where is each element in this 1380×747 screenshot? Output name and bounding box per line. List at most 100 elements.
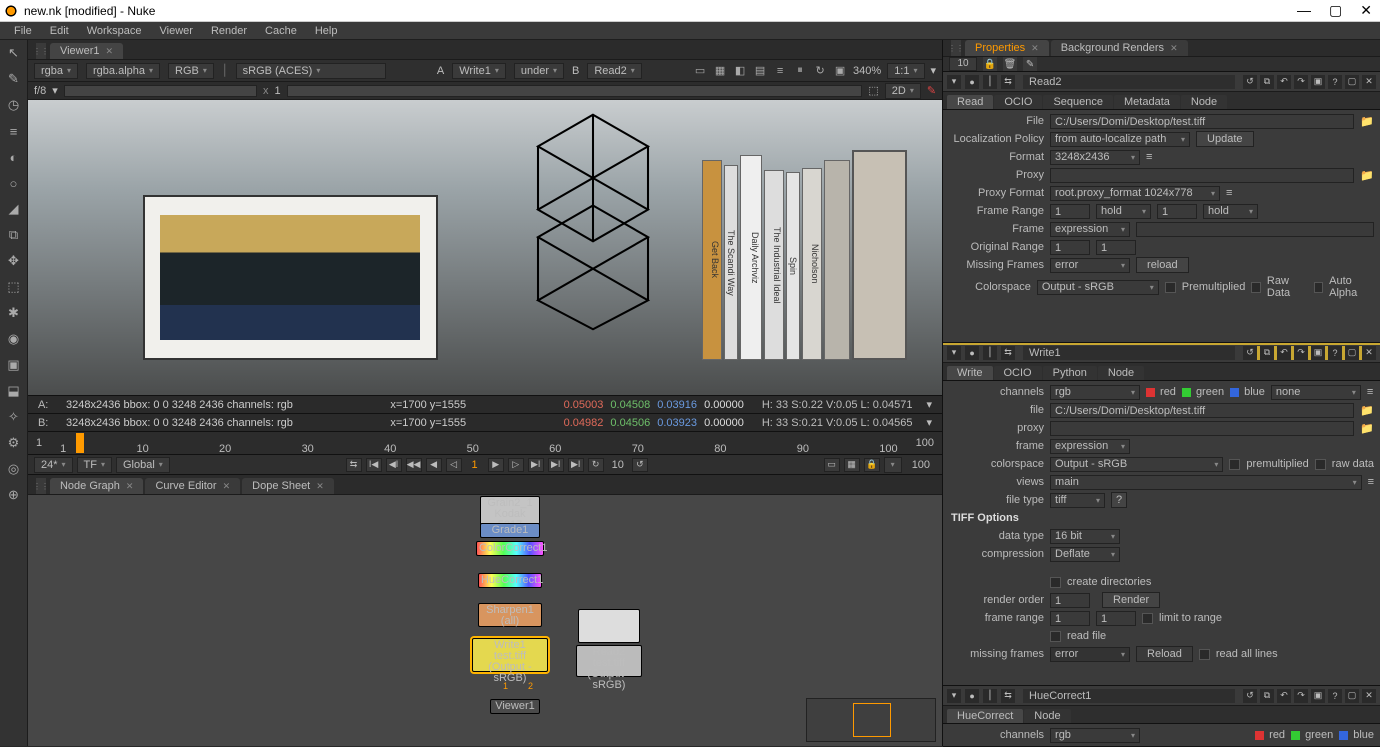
panel-write1-header[interactable]: ▾ ● ⎮ ⇆ Write1 ↺⧉↶↷▣?▢✕: [943, 343, 1380, 363]
scale-selector[interactable]: 1:1▾: [887, 63, 924, 79]
tool-draw-icon[interactable]: ✎: [4, 70, 22, 88]
pencil-icon[interactable]: ✎: [927, 84, 936, 97]
lock-icon[interactable]: 🔒: [864, 458, 880, 472]
node-colorcorrect[interactable]: ColorCorrect1: [476, 541, 544, 556]
pipe-icon[interactable]: ⎮: [983, 689, 997, 703]
subtab-sequence[interactable]: Sequence: [1043, 95, 1113, 109]
orig-first[interactable]: 1: [1050, 240, 1090, 255]
expand-icon[interactable]: ▾: [931, 64, 937, 77]
redo-icon[interactable]: ↷: [1294, 75, 1308, 89]
node-write1[interactable]: Write1 test.tiff (Output - sRGB): [472, 638, 548, 672]
step-fwd-icon[interactable]: ▶I: [528, 458, 544, 472]
subtab-ocio[interactable]: OCIO: [994, 366, 1042, 380]
revert-icon[interactable]: ↺: [1243, 75, 1257, 89]
step-back-icon[interactable]: ◀◀: [406, 458, 422, 472]
tool-particles-icon[interactable]: ✱: [4, 304, 22, 322]
play-back-icon[interactable]: ◀: [426, 458, 442, 472]
missing-select[interactable]: error▾: [1050, 258, 1130, 273]
pause-icon[interactable]: ⏸: [793, 64, 807, 78]
subtab-huecorrect[interactable]: HueCorrect: [947, 709, 1023, 723]
loop-icon[interactable]: ▭: [824, 458, 840, 472]
subtab-python[interactable]: Python: [1043, 366, 1097, 380]
lock-icon[interactable]: 🔒: [983, 57, 997, 71]
after-select[interactable]: hold▾: [1203, 204, 1258, 219]
redo-icon[interactable]: ↷: [1294, 346, 1308, 360]
folder-icon[interactable]: 📁: [1360, 169, 1374, 182]
timeline-start[interactable]: 1: [28, 437, 50, 449]
expand-icon[interactable]: ▾: [947, 689, 961, 703]
menu-cache[interactable]: Cache: [257, 24, 305, 38]
swap-icon[interactable]: ⇆: [1001, 346, 1015, 360]
subtab-node[interactable]: Node: [1098, 366, 1144, 380]
float-icon[interactable]: ▢: [1345, 75, 1359, 89]
tool-keyer-icon[interactable]: ◢: [4, 200, 22, 218]
undo-icon[interactable]: ↶: [1277, 75, 1291, 89]
tab-viewer1[interactable]: Viewer1✕: [50, 43, 123, 59]
rawdata-check[interactable]: raw data: [1315, 458, 1374, 470]
channels-select[interactable]: rgb▾: [1050, 385, 1140, 400]
roi-icon[interactable]: ▣: [833, 64, 847, 78]
info-icon[interactable]: ≡: [1367, 386, 1373, 398]
tab-node-graph[interactable]: Node Graph✕: [50, 478, 143, 494]
menu-help[interactable]: Help: [307, 24, 346, 38]
x-value[interactable]: 1: [274, 85, 280, 97]
red-check[interactable]: red: [1255, 729, 1285, 741]
info-icon[interactable]: ≡: [1226, 187, 1232, 199]
expand-icon[interactable]: ▾: [947, 346, 961, 360]
format-select[interactable]: 3248x2436▾: [1050, 150, 1140, 165]
reload-button[interactable]: Reload: [1136, 646, 1193, 662]
swap-icon[interactable]: ⇆: [1001, 75, 1015, 89]
revert-icon[interactable]: ↺: [1243, 346, 1257, 360]
close-icon[interactable]: ✕: [316, 481, 324, 492]
tool-transform-icon[interactable]: ✥: [4, 252, 22, 270]
sync-icon[interactable]: ⇆: [346, 458, 362, 472]
frame-fwd-icon[interactable]: ▷: [508, 458, 524, 472]
subtab-ocio[interactable]: OCIO: [994, 95, 1042, 109]
channel-selector[interactable]: rgba▾: [34, 63, 78, 79]
undo-icon[interactable]: ↶: [1277, 689, 1291, 703]
bounce-icon[interactable]: ▦: [844, 458, 860, 472]
playback-mode[interactable]: TF▾: [77, 457, 112, 473]
float-icon[interactable]: ▢: [1345, 346, 1359, 360]
menu-render[interactable]: Render: [203, 24, 255, 38]
compression-select[interactable]: Deflate▾: [1050, 547, 1120, 562]
tool-color-icon[interactable]: ◐: [4, 148, 22, 166]
close-icon[interactable]: ✕: [223, 481, 231, 492]
menu-viewer[interactable]: Viewer: [152, 24, 201, 38]
enable-icon[interactable]: ▣: [1311, 346, 1325, 360]
playbar-end[interactable]: 100: [906, 459, 936, 471]
channel-alpha[interactable]: rgba.alpha▾: [86, 63, 160, 79]
copy-icon[interactable]: ⧉: [1260, 689, 1274, 703]
skip-fwd-icon[interactable]: ↺: [632, 458, 648, 472]
render-order-field[interactable]: 1: [1050, 593, 1090, 608]
tool-views-icon[interactable]: ▣: [4, 356, 22, 374]
green-check[interactable]: green: [1291, 729, 1333, 741]
b-input[interactable]: Read2▾: [587, 63, 641, 79]
node-huecorrect[interactable]: HueCorrect1: [478, 573, 542, 588]
panel-huecorrect-header[interactable]: ▾ ● ⎮ ⇆ HueCorrect1 ↺⧉↶↷▣?▢✕: [943, 686, 1380, 706]
help-icon[interactable]: ?: [1328, 689, 1342, 703]
close-button[interactable]: ✕: [1360, 2, 1372, 19]
node-read2[interactable]: Read2 test.tiff (Output - sRGB): [576, 645, 642, 677]
tab-curve-editor[interactable]: Curve Editor✕: [145, 478, 240, 494]
fstop-label[interactable]: f/8: [34, 85, 46, 97]
missing-select[interactable]: error▾: [1050, 647, 1130, 662]
menu-edit[interactable]: Edit: [42, 24, 77, 38]
node-read2-thumb[interactable]: [578, 609, 640, 643]
next-key-icon[interactable]: ▶I: [548, 458, 564, 472]
read-file-check[interactable]: read file: [1050, 630, 1106, 642]
center-icon[interactable]: ●: [965, 75, 979, 89]
fps-display[interactable]: 24*▾: [34, 457, 73, 473]
channel-rgb[interactable]: RGB▾: [168, 63, 214, 79]
before-select[interactable]: hold▾: [1096, 204, 1151, 219]
tab-background-renders[interactable]: Background Renders✕: [1051, 40, 1188, 56]
proxy-format-select[interactable]: root.proxy_format 1024x778▾: [1050, 186, 1220, 201]
help-icon[interactable]: ?: [1328, 75, 1342, 89]
timeline-end[interactable]: 100: [908, 437, 942, 449]
center-icon[interactable]: ●: [965, 346, 979, 360]
node-graph[interactable]: Grain2_1 Kodak 5217 Grade1 ColorCorrect1…: [28, 495, 942, 746]
enable-icon[interactable]: ▣: [1311, 75, 1325, 89]
subtab-node[interactable]: Node: [1181, 95, 1227, 109]
undo-icon[interactable]: ↶: [1277, 346, 1291, 360]
filetype-select[interactable]: tiff▾: [1050, 493, 1105, 508]
